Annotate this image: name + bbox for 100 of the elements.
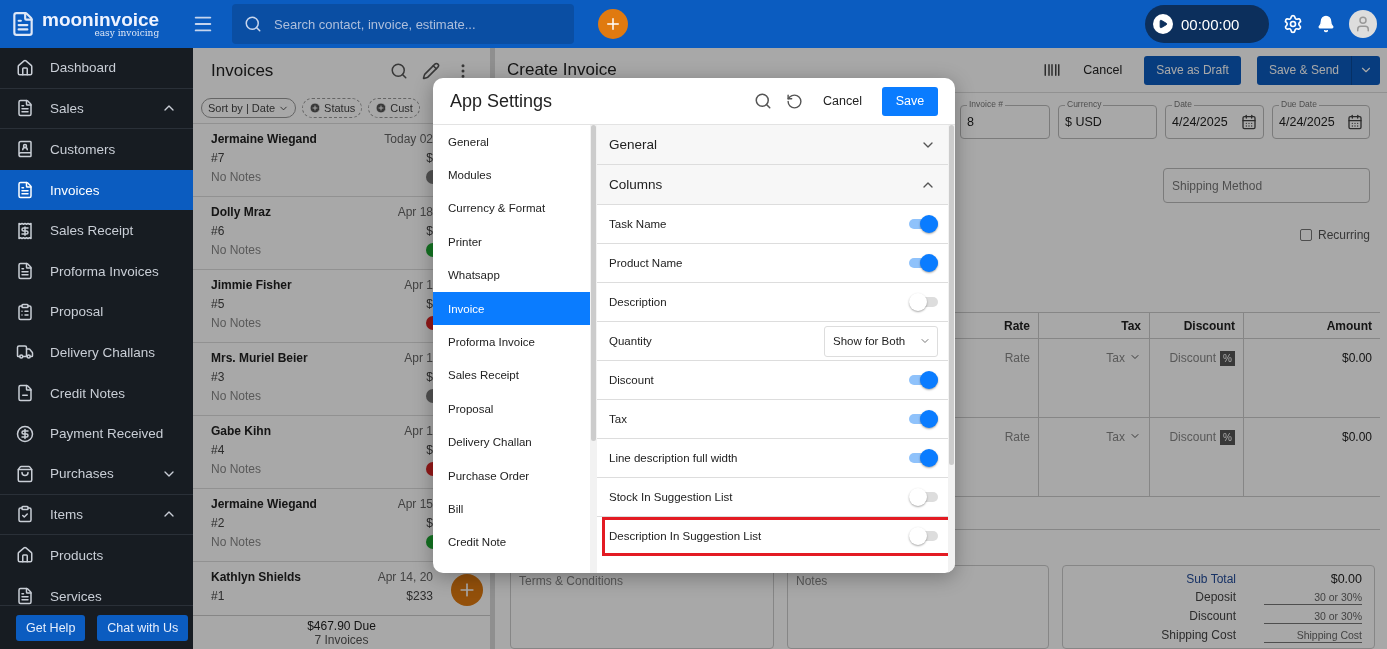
percent-toggle[interactable]: % [1220, 351, 1235, 366]
customer-name: Gabe Kihn [211, 424, 272, 438]
document-icon [16, 384, 34, 403]
barcode-icon[interactable] [1043, 61, 1062, 79]
settings-icon[interactable] [1283, 14, 1303, 34]
logo-text: mooninvoice [42, 10, 160, 29]
section-header[interactable]: Columns [597, 165, 948, 205]
calendar-icon [1241, 114, 1257, 130]
invoice-date: Apr 14, 20 [377, 570, 433, 584]
notes-text: No Notes [211, 243, 263, 257]
field-value: 4/24/2025 [1172, 115, 1228, 129]
sidebar-item[interactable]: Proforma Invoices [0, 250, 193, 292]
add-button[interactable] [451, 574, 483, 606]
sidebar-item[interactable]: Services [0, 575, 193, 605]
toggle-switch[interactable] [909, 254, 938, 272]
save-send-button[interactable]: Save & Send [1256, 55, 1351, 85]
save-draft-button[interactable]: Save as Draft [1144, 55, 1241, 85]
toggle-switch[interactable] [909, 371, 938, 389]
invoice-amount: $ [426, 370, 433, 384]
invoice-amount: $ [426, 224, 433, 238]
invoice-count: 7 Invoices [314, 632, 369, 647]
search-icon[interactable] [754, 92, 773, 110]
document-icon [16, 99, 34, 118]
search-field[interactable]: Search contact, invoice, estimate... [232, 4, 574, 44]
rate-input[interactable]: Rate [970, 351, 1030, 365]
total-label: Sub Total [1185, 572, 1236, 586]
field-label: Due Date [1279, 99, 1319, 109]
invoice-date: Apr 15 [397, 497, 433, 511]
invoice-amount: $ [426, 443, 433, 457]
toggle-switch[interactable] [909, 410, 938, 428]
invoice-number: #5 [211, 297, 226, 311]
invoice-date: Apr 18 [397, 205, 433, 219]
save-button[interactable]: Save [882, 86, 938, 116]
line-amount: $0.00 [1341, 351, 1372, 365]
shipping-method-field[interactable]: Shipping Method [1163, 168, 1370, 203]
settings-nav-item[interactable]: Invoice [433, 291, 590, 326]
dropdown-button[interactable] [1351, 55, 1380, 85]
toggle-switch[interactable] [909, 527, 938, 545]
notes-text: No Notes [211, 389, 263, 403]
toggle-switch[interactable] [909, 293, 938, 311]
sidebar-item[interactable]: Payment Received [0, 413, 193, 454]
notes-text: No Notes [211, 462, 263, 476]
total-label: Shipping Cost [1160, 628, 1236, 642]
recurring-checkbox[interactable]: Recurring [1299, 228, 1370, 242]
discount-input[interactable]: Discount [1160, 351, 1217, 365]
percent-toggle[interactable]: % [1220, 430, 1235, 445]
discount-input[interactable]: Discount [1160, 430, 1217, 444]
field-value: 8 [967, 115, 974, 129]
bell-icon[interactable] [1317, 15, 1335, 33]
toggle-switch[interactable] [909, 488, 938, 506]
plus-circle-icon [309, 102, 322, 114]
section-header[interactable]: General [597, 125, 948, 165]
invoice-number: #6 [211, 224, 226, 238]
field-label: Date [1172, 99, 1194, 109]
sidebar-item[interactable]: Credit Notes [0, 372, 193, 414]
pencil-icon[interactable] [422, 61, 440, 80]
invoice-amount: $233 [406, 589, 433, 603]
field-label: Currency [1065, 99, 1104, 109]
search-icon[interactable] [390, 61, 408, 80]
invoice-number: #4 [211, 443, 226, 457]
form-title: Create Invoice [507, 60, 618, 80]
sidebar-item[interactable]: Customers [0, 129, 193, 170]
column-header: Amount [1243, 313, 1380, 339]
notes-text: No Notes [211, 535, 263, 549]
help-button[interactable]: Chat with Us [97, 614, 189, 641]
toggle-switch[interactable] [909, 215, 938, 233]
reset-icon[interactable] [786, 92, 804, 110]
setting-label: Line description full width [609, 452, 738, 464]
setting-label: Product Name [609, 257, 683, 269]
sidebar-item[interactable]: Sales Receipt [0, 210, 193, 251]
timer-button[interactable]: 00:00:00 [1145, 5, 1269, 43]
bag-icon [16, 464, 34, 483]
quantity-select[interactable]: Show for Both [824, 325, 938, 357]
field-label: Invoice # [967, 99, 1006, 109]
cancel-button[interactable]: Cancel [1077, 62, 1129, 78]
avatar[interactable] [1349, 10, 1377, 38]
search-input[interactable]: Search contact, invoice, estimate... [272, 15, 562, 33]
invoice-number: #2 [211, 516, 226, 530]
clipboard-icon [16, 505, 34, 524]
notes-field[interactable]: Notes [787, 565, 1049, 649]
home-icon [16, 546, 34, 565]
invoice-amount: $ [426, 516, 433, 530]
rate-input[interactable]: Rate [970, 430, 1030, 444]
cancel-button[interactable]: Cancel [817, 93, 868, 109]
field-value: 4/24/2025 [1279, 115, 1335, 129]
sidebar-item[interactable]: Invoices [0, 169, 193, 211]
receipt-icon [16, 221, 34, 240]
invoice-amount: $ [426, 297, 433, 311]
sidebar-item[interactable]: Products [0, 535, 193, 576]
invoice-date: Apr 1 [404, 351, 433, 365]
help-button[interactable]: Get Help [16, 614, 86, 641]
document-icon [16, 587, 34, 605]
contact-book-icon [16, 140, 34, 159]
toggle-switch[interactable] [909, 449, 938, 467]
sidebar-item[interactable]: Proposal [0, 291, 193, 333]
sidebar-item[interactable]: Delivery Challans [0, 332, 193, 373]
setting-label: Description In Suggestion List [609, 530, 762, 542]
add-button[interactable] [598, 9, 628, 39]
notes-text: No Notes [211, 316, 263, 330]
line-amount: $0.00 [1341, 430, 1372, 444]
